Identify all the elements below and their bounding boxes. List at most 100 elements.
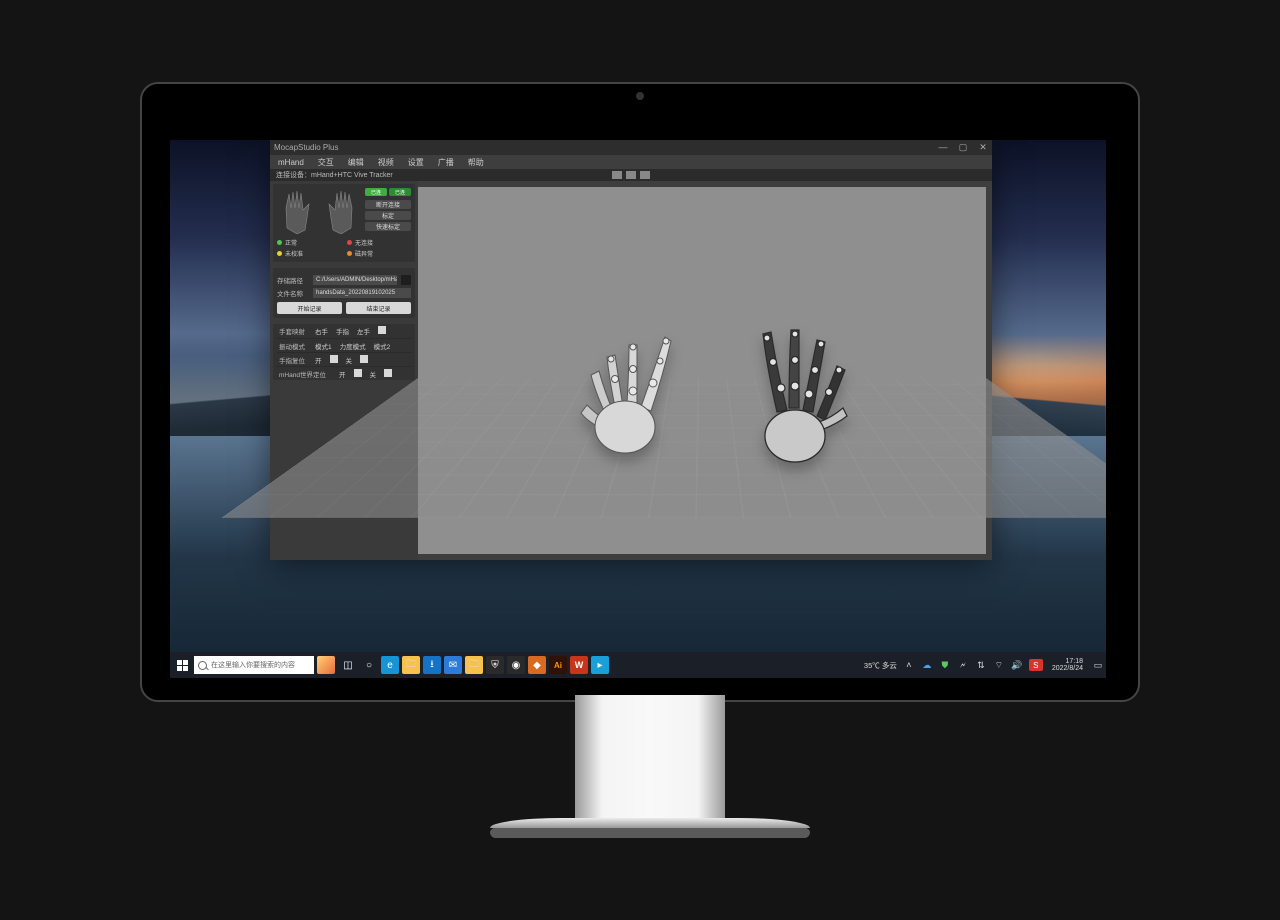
status-magnetic: 磁异常 [347, 249, 411, 258]
hand-left-model [573, 317, 693, 467]
start-button[interactable] [170, 652, 194, 678]
monitor-stand-neck [575, 695, 725, 825]
opt-left[interactable]: 左手 [357, 326, 370, 336]
badge-left-connected: 已连 [365, 188, 387, 196]
menu-help[interactable]: 帮助 [468, 157, 484, 168]
notifications-icon[interactable]: ▭ [1092, 659, 1104, 671]
screen: MocapStudio Plus — ▢ ✕ mHand 交互 编辑 视频 设置… [170, 140, 1106, 678]
app-window: MocapStudio Plus — ▢ ✕ mHand 交互 编辑 视频 设置… [270, 140, 992, 560]
clock[interactable]: 17:18 2022/8/24 [1049, 658, 1086, 673]
world-open: 开 [339, 369, 346, 379]
media-icon[interactable]: ▸ [591, 656, 609, 674]
calibrate-button[interactable]: 标定 [365, 211, 411, 220]
tray-onedrive-icon[interactable]: ☁ [921, 659, 933, 671]
restore-open: 开 [315, 355, 322, 365]
world-open-chk[interactable] [354, 369, 362, 377]
opt-m1[interactable]: 模式1 [315, 341, 332, 351]
weather-widget[interactable]: 35℃ 多云 [864, 660, 897, 671]
clock-date: 2022/8/24 [1052, 665, 1083, 672]
maximize-button[interactable]: ▢ [958, 142, 968, 153]
minimize-button[interactable]: — [938, 142, 948, 153]
status-uncalibrated: 未校准 [277, 249, 341, 258]
infobar: 连接设备： mHand+HTC Vive Tracker [270, 169, 992, 181]
monitor-frame: MocapStudio Plus — ▢ ✕ mHand 交互 编辑 视频 设置… [140, 82, 1140, 702]
illustrator-icon[interactable]: Ai [549, 656, 567, 674]
restore-close-chk[interactable] [360, 355, 368, 363]
view-extra-icon[interactable] [640, 171, 650, 179]
badge-right-connected: 已连 [389, 188, 411, 196]
menu-edit[interactable]: 编辑 [348, 157, 364, 168]
glove-left-icon [277, 188, 317, 234]
explorer-icon[interactable]: 🗀 [402, 656, 420, 674]
edge-icon[interactable]: e [381, 656, 399, 674]
menu-settings[interactable]: 设置 [408, 157, 424, 168]
viewport-3d[interactable] [418, 187, 986, 554]
quick-calibrate-button[interactable]: 快速标定 [365, 222, 411, 231]
taskbar: 在这里输入你要搜索的内容 ◫ ○ e 🗀 ⭳ ✉ 🗀 ⛨ ◉ ◆ Ai W ▸ … [170, 652, 1106, 678]
clock-time: 17:18 [1052, 658, 1083, 665]
view-single-icon[interactable] [626, 171, 636, 179]
vibe-label: 振动模式 [279, 341, 315, 351]
tray-battery-icon[interactable]: 🗲 [957, 659, 969, 671]
world-close-chk[interactable] [384, 369, 392, 377]
tray-volume-icon[interactable]: 🔊 [1011, 659, 1023, 671]
tray-chevron-icon[interactable]: ˄ [903, 659, 915, 671]
opt-right[interactable]: 右手 [315, 326, 328, 336]
webcam-dot [636, 92, 644, 100]
menu-mhand[interactable]: mHand [278, 158, 304, 167]
restore-open-chk[interactable] [330, 355, 338, 363]
world-close: 关 [370, 369, 377, 379]
menu-video[interactable]: 视频 [378, 157, 394, 168]
stop-record-button[interactable]: 结束记录 [346, 302, 411, 314]
restore-label: 手指复位 [279, 355, 315, 365]
app-orange-icon[interactable]: ◆ [528, 656, 546, 674]
status-disconnected: 无连接 [347, 238, 411, 247]
mail-icon[interactable]: ✉ [444, 656, 462, 674]
app-title: MocapStudio Plus [274, 143, 338, 152]
start-record-button[interactable]: 开始记录 [277, 302, 342, 314]
news-widget[interactable] [317, 656, 335, 674]
menubar: mHand 交互 编辑 视频 设置 广播 帮助 [270, 155, 992, 169]
search-placeholder: 在这里输入你要搜索的内容 [211, 660, 295, 670]
connection-panel: 已连 已连 断开连接 标定 快速标定 正常 无连接 未校准 [273, 184, 415, 262]
task-view-icon[interactable]: ◫ [339, 656, 357, 674]
tray-network-icon[interactable]: ⇅ [975, 659, 987, 671]
steam-icon[interactable]: ◉ [507, 656, 525, 674]
titlebar[interactable]: MocapStudio Plus — ▢ ✕ [270, 140, 992, 155]
monitor-stand-base [490, 818, 810, 838]
opt-m2[interactable]: 模式2 [374, 341, 391, 351]
file-name-input[interactable]: handsData_20220819102025 [313, 288, 411, 298]
windows-logo-icon [177, 660, 188, 671]
device-value: mHand+HTC Vive Tracker [311, 172, 393, 179]
opt-strength[interactable]: 力度模式 [340, 341, 366, 351]
disconnect-button[interactable]: 断开连接 [365, 200, 411, 209]
cortana-icon[interactable]: ○ [360, 656, 378, 674]
opt-pos[interactable]: 手指 [336, 326, 349, 336]
menu-broadcast[interactable]: 广播 [438, 157, 454, 168]
tray-wifi-icon[interactable]: ⌔ [993, 659, 1005, 671]
world-label: mHand世界定位 [279, 369, 339, 379]
view-split-icon[interactable] [612, 171, 622, 179]
wps-icon[interactable]: W [570, 656, 588, 674]
status-normal: 正常 [277, 238, 341, 247]
folder2-icon[interactable]: 🗀 [465, 656, 483, 674]
handmap-label: 手套映射 [279, 326, 315, 336]
close-button[interactable]: ✕ [978, 142, 988, 153]
options-panel: 手套映射 右手 手指 左手 振动模式 模式1 [273, 324, 415, 380]
tray-ime-icon[interactable]: S [1029, 659, 1043, 671]
tray-security-icon[interactable]: ⛊ [939, 659, 951, 671]
handmap-checkbox[interactable] [378, 326, 386, 334]
restore-close: 关 [346, 355, 353, 365]
search-box[interactable]: 在这里输入你要搜索的内容 [194, 656, 314, 674]
shield-icon[interactable]: ⛨ [486, 656, 504, 674]
search-icon [198, 661, 207, 670]
file-name-label: 文件名称 [277, 288, 309, 298]
system-tray: 35℃ 多云 ˄ ☁ ⛊ 🗲 ⇅ ⌔ 🔊 S 17:18 2022/8/24 ▭ [864, 658, 1106, 673]
browse-button[interactable] [401, 275, 411, 285]
save-panel: 存储路径 C:/Users/ADMIN/Desktop/mHand 文件名称 h… [273, 268, 415, 318]
store-icon[interactable]: ⭳ [423, 656, 441, 674]
hand-right-model [733, 312, 853, 472]
menu-interact[interactable]: 交互 [318, 157, 334, 168]
save-path-input[interactable]: C:/Users/ADMIN/Desktop/mHand [313, 275, 397, 285]
save-path-label: 存储路径 [277, 275, 309, 285]
